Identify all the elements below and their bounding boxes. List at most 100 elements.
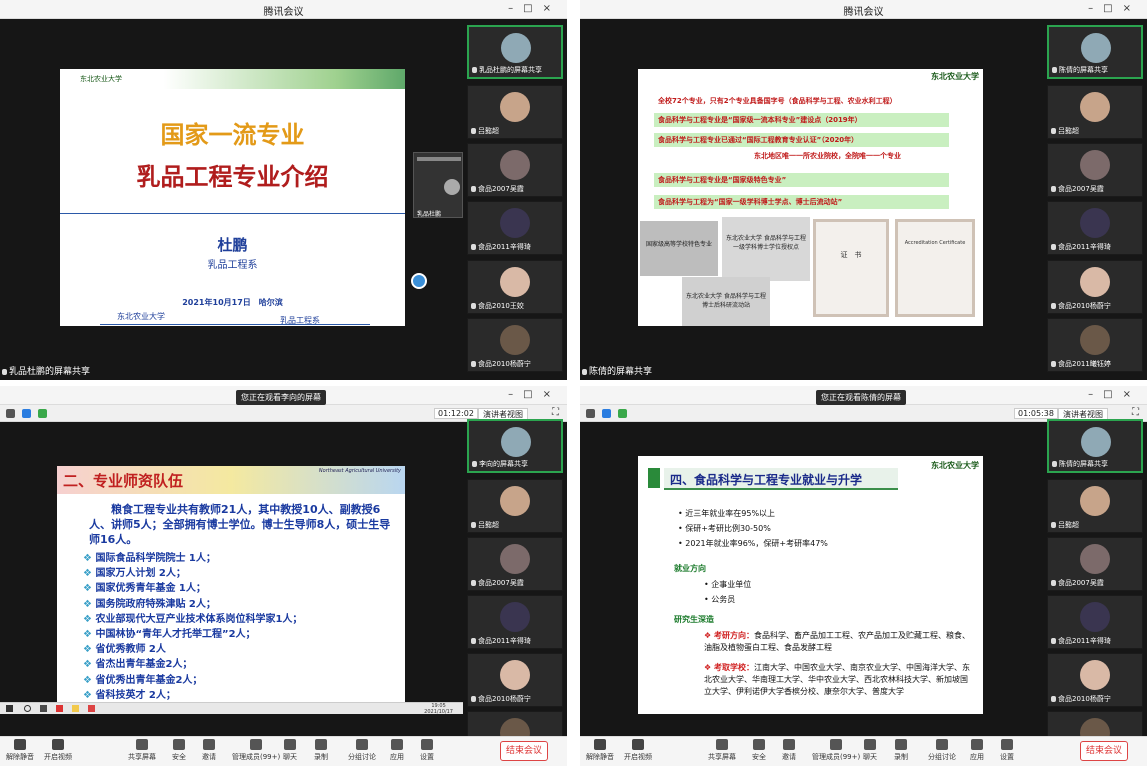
participant-name: 食品2011辛得琦 xyxy=(1051,242,1111,252)
signal-icon xyxy=(38,409,47,418)
participant-tile[interactable]: 食品2011曦钰婷 xyxy=(1047,318,1143,372)
toolbar-apps-button[interactable]: 应用 xyxy=(970,739,984,762)
participant-tile[interactable]: 食品2007吴霞 xyxy=(1047,537,1143,591)
toolbar-settings-button[interactable]: 设置 xyxy=(1000,739,1014,762)
university-logo: 东北农业大学 xyxy=(931,72,979,81)
participant-tile[interactable]: 乳品杜鹏的屏幕共享 xyxy=(467,25,563,79)
toolbar-chat-button[interactable]: 聊天 xyxy=(283,739,297,762)
slide-heading: 二、专业师资队伍 xyxy=(63,472,184,490)
toolbar-security-button[interactable]: 安全 xyxy=(172,739,186,762)
toolbar-members-button[interactable]: 管理成员(99+) xyxy=(812,739,860,762)
plaque-photo: 国家级高等学校特色专业 xyxy=(640,221,718,276)
toolbar-record-button[interactable]: 录制 xyxy=(894,739,908,762)
mic-icon xyxy=(1051,696,1056,702)
avatar xyxy=(501,33,531,63)
toolbar-settings-button[interactable]: 设置 xyxy=(420,739,434,762)
mini-preview[interactable]: 乳品杜鹏 xyxy=(413,152,463,218)
participant-tile[interactable]: 食品2011辛得琦 xyxy=(1047,595,1143,649)
taskview-icon[interactable] xyxy=(40,705,47,712)
avatar xyxy=(500,325,530,355)
participant-tile[interactable]: 食品2007吴霞 xyxy=(467,537,563,591)
avatar xyxy=(500,267,530,297)
toolbar-share-button[interactable]: 共享屏幕 xyxy=(128,739,156,762)
participant-tile[interactable]: 食品2010杨蔚宁 xyxy=(1047,653,1143,707)
slide-heading: 四、食品科学与工程专业就业与升学 xyxy=(664,468,898,490)
highlight-box: 食品科学与工程专业是“国家级特色专业” xyxy=(654,173,949,187)
share-screen-icon xyxy=(136,739,148,750)
participant-name: 食品2007吴霞 xyxy=(1051,184,1104,194)
toolbar-mute-button[interactable]: 解除静音 xyxy=(586,739,614,762)
shield-icon[interactable] xyxy=(602,409,611,418)
participant-tile[interactable]: 食品2011辛得琦 xyxy=(1047,201,1143,255)
avatar xyxy=(501,427,531,457)
shield-icon[interactable] xyxy=(22,409,31,418)
participant-name: 吕懿超 xyxy=(471,520,499,530)
list-item: • 保研+考研比例30-50% xyxy=(678,524,771,533)
toolbar-apps-button[interactable]: 应用 xyxy=(390,739,404,762)
avatar xyxy=(1080,92,1110,122)
app-icon[interactable] xyxy=(88,705,95,712)
section-label: 就业方向 xyxy=(674,564,706,573)
toolbar-invite-button[interactable]: 邀请 xyxy=(782,739,796,762)
participant-tile[interactable]: 吕懿超 xyxy=(1047,85,1143,139)
participant-tile[interactable]: 食品2010杨蔚宁 xyxy=(467,653,563,707)
toolbar-breakout-button[interactable]: 分组讨论 xyxy=(348,739,376,762)
mic-icon xyxy=(471,303,476,309)
toolbar-share-button[interactable]: 共享屏幕 xyxy=(708,739,736,762)
meeting-window-2: 腾讯会议 –□× 东北农业大学 全校72个专业，只有2个专业具备国字号（食品科学… xyxy=(580,0,1147,380)
toolbar-breakout-button[interactable]: 分组讨论 xyxy=(928,739,956,762)
chat-icon xyxy=(864,739,876,750)
info-icon[interactable] xyxy=(6,409,15,418)
participant-tile[interactable]: 食品2011辛得琦 xyxy=(467,201,563,255)
participant-tile[interactable]: 食品2010杨蔚宁 xyxy=(1047,260,1143,314)
toolbar-chat-button[interactable]: 聊天 xyxy=(863,739,877,762)
participant-tile[interactable]: 吕懿超 xyxy=(467,479,563,533)
bullet-icon: ❖ xyxy=(83,644,96,656)
avatar xyxy=(500,486,530,516)
slide-note: 东北地区唯一一所农业院校，全院唯一一个专业 xyxy=(754,152,901,160)
footer-left: 东北农业大学 xyxy=(117,312,165,321)
meeting-toolbar: 解除静音 开启视频 共享屏幕 安全 邀请 管理成员(99+) 聊天 录制 分组讨论 应用 设置 结束会… xyxy=(580,736,1147,766)
participant-tile[interactable]: 食品2011辛得琦 xyxy=(467,595,563,649)
avatar xyxy=(1080,267,1110,297)
participant-tile[interactable]: 食品2010杨蔚宁 xyxy=(467,318,563,372)
participant-name: 吕懿超 xyxy=(471,126,499,136)
participant-name: 食品2007吴霞 xyxy=(471,184,524,194)
settings-icon xyxy=(1001,739,1013,750)
participant-tile[interactable]: 陈倩的屏幕共享 xyxy=(1047,25,1143,79)
toolbar-record-button[interactable]: 录制 xyxy=(314,739,328,762)
taskbar-clock: 19:05 2021/10/17 xyxy=(424,703,453,715)
avatar xyxy=(1080,660,1110,690)
slide-subtitle: 乳品工程专业介绍 xyxy=(136,163,329,191)
toolbar-video-button[interactable]: 开启视频 xyxy=(624,739,652,762)
mic-icon xyxy=(471,361,476,367)
plaque-photo: 东北农业大学 食品科学与工程 博士后科研流动站 xyxy=(682,277,770,326)
list-item: • 企事业单位 xyxy=(704,580,752,589)
toolbar-security-button[interactable]: 安全 xyxy=(752,739,766,762)
participant-tile[interactable]: 食品2007吴霞 xyxy=(1047,143,1143,197)
security-icon xyxy=(753,739,765,750)
participant-tile[interactable]: 李向的屏幕共享 xyxy=(467,419,563,473)
participant-name: 食品2007吴霞 xyxy=(471,578,524,588)
search-icon[interactable] xyxy=(24,705,31,712)
info-icon[interactable] xyxy=(586,409,595,418)
toolbar-mute-button[interactable]: 解除静音 xyxy=(6,739,34,762)
toolbar-members-button[interactable]: 管理成员(99+) xyxy=(232,739,280,762)
chat-icon xyxy=(284,739,296,750)
app-icon[interactable] xyxy=(56,705,63,712)
participant-tile[interactable]: 食品2007吴霞 xyxy=(467,143,563,197)
start-icon[interactable] xyxy=(6,705,13,712)
participant-tile[interactable]: 吕懿超 xyxy=(1047,479,1143,533)
participant-tile[interactable]: 食品2010王姣 xyxy=(467,260,563,314)
end-meeting-button[interactable]: 结束会议 xyxy=(500,741,548,761)
participant-tile[interactable]: 陈倩的屏幕共享 xyxy=(1047,419,1143,473)
end-meeting-button[interactable]: 结束会议 xyxy=(1080,741,1128,761)
participant-tile[interactable]: 吕懿超 xyxy=(467,85,563,139)
folder-icon[interactable] xyxy=(72,705,79,712)
toolbar-video-button[interactable]: 开启视频 xyxy=(44,739,72,762)
toolbar-invite-button[interactable]: 邀请 xyxy=(202,739,216,762)
avatar xyxy=(1081,427,1111,457)
mic-off-icon xyxy=(594,739,606,750)
mic-icon xyxy=(471,696,476,702)
mic-icon xyxy=(471,638,476,644)
